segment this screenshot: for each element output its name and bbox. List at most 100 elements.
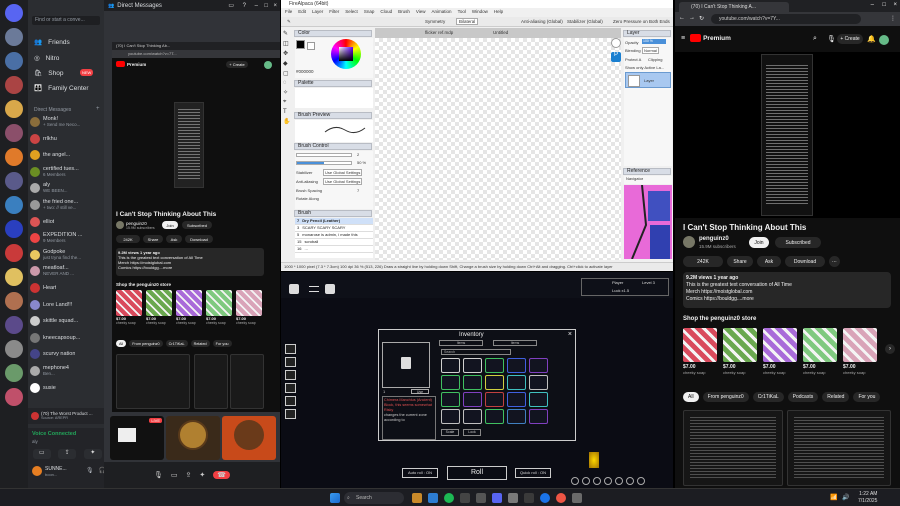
- discord-taskbar-icon[interactable]: [492, 493, 502, 503]
- show-active-toggle[interactable]: Show only Active La...: [625, 65, 664, 70]
- scale-button[interactable]: Scale: [441, 429, 459, 436]
- clipping-toggle[interactable]: Clipping: [648, 57, 662, 62]
- inventory-slot[interactable]: [507, 409, 526, 424]
- use-button[interactable]: Use: [411, 389, 429, 394]
- stream-tile[interactable]: LIVE: [110, 416, 164, 460]
- filter-chip[interactable]: Cr1TiKaL: [165, 340, 188, 347]
- server-icon[interactable]: [5, 148, 23, 166]
- wand-tool-icon[interactable]: ✧: [283, 89, 293, 96]
- auto-roll-button[interactable]: Auto roll : ON: [402, 468, 438, 478]
- video-thumbnail[interactable]: [683, 410, 783, 486]
- firealpaca-icon[interactable]: [556, 493, 566, 503]
- primary-color-swatch[interactable]: [296, 40, 305, 49]
- dm-list-item[interactable]: elliot: [30, 215, 102, 229]
- chat-icon[interactable]: [325, 284, 335, 294]
- layer-row[interactable]: Layer: [625, 72, 671, 88]
- shop-icon[interactable]: [285, 383, 296, 393]
- dm-list-item[interactable]: Lore Land!!!: [30, 298, 102, 312]
- channel-info[interactable]: penguinz0 15.9M subscribers: [699, 236, 736, 250]
- mic-icon[interactable]: 🎙: [827, 35, 836, 43]
- stream-viewer[interactable]: (70) I Can't Stop Thinking Ab... youtube…: [112, 42, 280, 412]
- snap-icon[interactable]: ✎: [287, 19, 291, 25]
- menu-item[interactable]: Help: [494, 9, 503, 16]
- close-icon[interactable]: ×: [273, 3, 277, 9]
- channel-info[interactable]: penguinz0 15.9M subscribers: [126, 221, 155, 231]
- stabilizer-select[interactable]: Use Global Settings: [323, 169, 363, 176]
- start-icon[interactable]: [330, 493, 340, 503]
- product-card[interactable]: $7.00 cheeky soap: [683, 328, 717, 384]
- menu-item[interactable]: Snap: [364, 9, 375, 16]
- back-icon[interactable]: ←: [679, 15, 685, 21]
- reload-icon[interactable]: ↻: [699, 15, 704, 22]
- drawing-canvas[interactable]: [375, 38, 621, 260]
- subscribed-button[interactable]: Subscribed: [182, 221, 212, 229]
- brush-list-item[interactable]: 3 SCARY SCARY SCARY: [295, 225, 373, 232]
- menu-item[interactable]: Tool: [458, 9, 466, 16]
- stabilizer-select[interactable]: Stabilizer (Global): [567, 19, 603, 24]
- rotate-label[interactable]: Rotate Along: [296, 196, 319, 201]
- activity-icon[interactable]: ✦: [83, 449, 102, 459]
- product-card[interactable]: $7.00 cheeky soap: [843, 328, 877, 384]
- inventory-slot[interactable]: [507, 392, 526, 407]
- inventory-slot[interactable]: [485, 409, 504, 424]
- inventory-slot[interactable]: [441, 392, 460, 407]
- server-icon[interactable]: [5, 268, 23, 286]
- hotbar-slot-icon[interactable]: [637, 477, 645, 485]
- channel-avatar[interactable]: [116, 221, 124, 229]
- browser-menu-icon[interactable]: ⋮: [890, 15, 896, 22]
- inventory-slot[interactable]: [441, 409, 460, 424]
- dm-list-item[interactable]: the fried one... + two: // still ve...: [30, 198, 102, 212]
- more-icon[interactable]: ⋯: [829, 256, 840, 267]
- minimize-icon[interactable]: –: [255, 3, 258, 9]
- server-icon[interactable]: [5, 244, 23, 262]
- product-card[interactable]: $7.00 cheeky soap: [206, 290, 232, 334]
- server-icon[interactable]: [5, 388, 23, 406]
- symmetry-toggle[interactable]: Symmetry: [425, 19, 445, 24]
- app-icon[interactable]: [524, 493, 534, 503]
- video-thumbnail[interactable]: [230, 354, 264, 409]
- inventory-slot[interactable]: [507, 375, 526, 390]
- activity-bar[interactable]: (70) The Worst Product ... Source: AREPR: [28, 408, 104, 424]
- menu-icon[interactable]: [309, 286, 319, 292]
- inventory-icon[interactable]: [285, 344, 296, 354]
- product-card[interactable]: $7.00 cheeky soap: [763, 328, 797, 384]
- pixiv-icon[interactable]: P: [611, 52, 621, 62]
- game-window[interactable]: Player Level 3 Luck x1.5 Inventory × Ite…: [281, 272, 673, 488]
- taskbar-search[interactable]: ⌕ Search: [344, 492, 404, 504]
- inventory-slot[interactable]: [529, 375, 548, 390]
- filter-chip[interactable]: Related: [822, 392, 850, 402]
- app-icon[interactable]: [508, 493, 518, 503]
- app-icon[interactable]: [476, 493, 486, 503]
- help-icon[interactable]: ?: [243, 3, 246, 9]
- product-card[interactable]: $7.00 cheeky soap: [723, 328, 757, 384]
- search-icon[interactable]: ⌕: [813, 35, 817, 43]
- avatar[interactable]: [879, 35, 889, 45]
- nav-friends[interactable]: 👥 Friends: [34, 38, 70, 47]
- channel-avatar[interactable]: [683, 236, 695, 248]
- wifi-icon[interactable]: 📶: [830, 494, 837, 501]
- description-box[interactable]: 9.2M views 1 year ago This is the greate…: [683, 272, 891, 308]
- fill-tool-icon[interactable]: ◆: [283, 60, 293, 67]
- avatar[interactable]: [32, 466, 42, 476]
- tab-items[interactable]: Items: [439, 340, 483, 346]
- filter-chip[interactable]: From penguinz0: [129, 340, 163, 347]
- chevron-right-icon[interactable]: ›: [885, 344, 895, 354]
- youtube-logo[interactable]: ≡ Premium: [681, 34, 731, 42]
- product-card[interactable]: $7.00 cheeky soap: [176, 290, 202, 334]
- menu-item[interactable]: Filter: [329, 9, 339, 16]
- eraser-tool-icon[interactable]: ◫: [283, 40, 293, 47]
- lasso-tool-icon[interactable]: ◌: [283, 80, 293, 86]
- menu-item[interactable]: Edit: [298, 9, 306, 16]
- reference-image[interactable]: [624, 184, 672, 260]
- roll-button[interactable]: Roll: [447, 466, 507, 480]
- server-icon[interactable]: [5, 172, 23, 190]
- activity-icon[interactable]: ✦: [199, 471, 205, 479]
- size-slider[interactable]: [296, 153, 352, 157]
- menu-item[interactable]: Cloud: [380, 9, 392, 16]
- screenshare-icon[interactable]: ⇪: [58, 449, 77, 459]
- menu-item[interactable]: View: [416, 9, 426, 16]
- minimize-icon[interactable]: –: [871, 2, 874, 8]
- server-icon[interactable]: [5, 220, 23, 238]
- hotbar-slot-icon[interactable]: [593, 477, 601, 485]
- inventory-slot[interactable]: [485, 392, 504, 407]
